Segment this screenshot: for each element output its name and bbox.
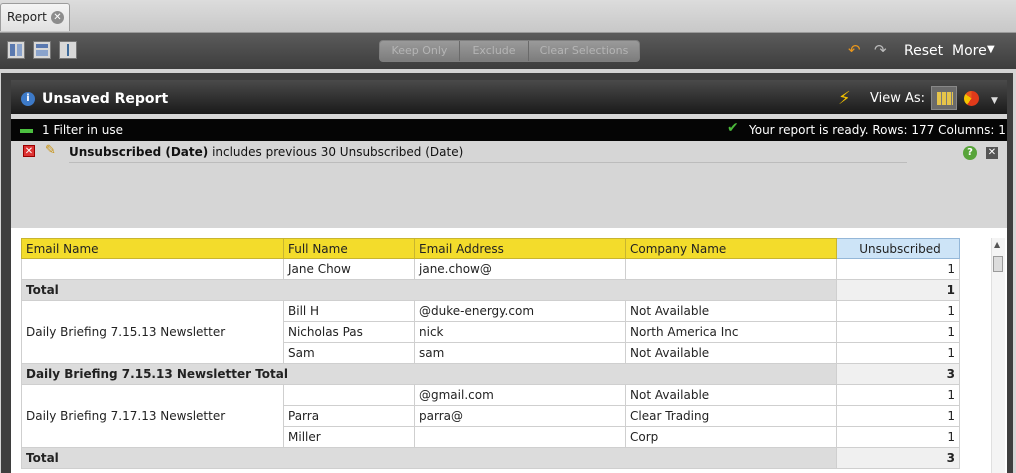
document-tab-bar: Report ✕ — [0, 0, 1016, 33]
cell-email-name[interactable]: Daily Briefing 7.17.13 Newsletter — [21, 384, 284, 448]
info-icon[interactable]: i — [21, 92, 35, 106]
lightning-icon[interactable]: ⚡ — [838, 88, 851, 109]
cell-email-address[interactable]: @duke-energy.com — [414, 300, 626, 322]
cell-unsubscribed[interactable]: 1 — [836, 258, 960, 280]
report-titlebar: i Unsaved Report ⚡ View As: ▼ — [11, 80, 1007, 114]
view-chevron-down-icon[interactable]: ▼ — [991, 96, 998, 106]
scroll-up-icon[interactable]: ▲ — [994, 240, 1000, 249]
cell-full-name[interactable] — [283, 384, 415, 406]
cell-full-name[interactable]: Miller — [283, 426, 415, 448]
more-menu-button[interactable]: More — [952, 43, 987, 59]
divider — [69, 162, 907, 163]
column-header-email-address[interactable]: Email Address — [414, 238, 626, 259]
cell-company-name[interactable]: North America Inc — [625, 321, 837, 343]
cell-full-name[interactable]: Jane Chow — [283, 258, 415, 280]
clear-selections-button[interactable]: Clear Selections — [529, 41, 639, 61]
column-header-company-name[interactable]: Company Name — [625, 238, 837, 259]
table-total-row[interactable]: Total 1 — [21, 279, 960, 301]
cell-unsubscribed[interactable]: 1 — [836, 300, 960, 322]
cell-company-name[interactable]: Not Available — [625, 342, 837, 364]
exclude-button[interactable]: Exclude — [460, 41, 529, 61]
cell-full-name[interactable]: Bill H — [283, 300, 415, 322]
filter-status-bar: 1 Filter in use ✔ Your report is ready. … — [11, 119, 1007, 141]
layout-grid-icon[interactable] — [33, 41, 51, 59]
table-row[interactable]: Jane Chow jane.chow@ 1 — [21, 258, 960, 280]
report-status: Your report is ready. Rows: 177 Columns:… — [749, 123, 1006, 137]
tab-report[interactable]: Report ✕ — [0, 3, 70, 31]
filter-description[interactable]: Unsubscribed (Date) includes previous 30… — [69, 145, 463, 159]
table-row[interactable]: Daily Briefing 7.17.13 Newsletter @gmail… — [21, 384, 960, 448]
remove-filter-icon[interactable]: ✕ — [23, 145, 35, 157]
cell-unsubscribed[interactable]: 1 — [836, 384, 960, 406]
filter-condition: includes previous 30 Unsubscribed (Date) — [208, 145, 464, 159]
chevron-down-icon[interactable]: ▼ — [987, 44, 995, 55]
cell-email-address[interactable]: parra@ — [414, 405, 626, 427]
report-title: Unsaved Report — [42, 91, 169, 107]
cell-email-address[interactable]: nick — [414, 321, 626, 343]
cell-full-name[interactable]: Parra — [283, 405, 415, 427]
cell-full-name[interactable]: Sam — [283, 342, 415, 364]
cell-email-name[interactable]: Daily Briefing 7.15.13 Newsletter — [21, 300, 284, 364]
close-tab-icon[interactable]: ✕ — [51, 11, 64, 24]
total-label: Total — [21, 447, 837, 469]
reset-button[interactable]: Reset — [904, 43, 943, 59]
wand-icon[interactable] — [59, 41, 77, 59]
cell-email-address[interactable] — [414, 426, 626, 448]
filter-row: ✕ ✎ Unsubscribed (Date) includes previou… — [11, 141, 1007, 167]
cell-email-name[interactable] — [21, 258, 284, 280]
view-as-label: View As: — [870, 91, 926, 106]
edit-filter-icon[interactable]: ✎ — [45, 143, 56, 158]
cell-company-name[interactable]: Corp — [625, 426, 837, 448]
table-row[interactable]: Daily Briefing 7.15.13 Newsletter Bill H… — [21, 300, 960, 364]
cell-company-name[interactable]: Clear Trading — [625, 405, 837, 427]
total-value[interactable]: 1 — [836, 279, 960, 301]
cell-unsubscribed[interactable]: 1 — [836, 405, 960, 427]
pie-chart-view-icon[interactable] — [964, 91, 979, 106]
cell-unsubscribed[interactable]: 1 — [836, 342, 960, 364]
filters-in-use-label[interactable]: 1 Filter in use — [42, 123, 123, 137]
table-view-icon[interactable] — [931, 86, 957, 110]
total-label: Daily Briefing 7.15.13 Newsletter Total — [21, 363, 837, 385]
table-total-row[interactable]: Total 3 — [21, 447, 960, 469]
selection-button-group: Keep Only Exclude Clear Selections — [379, 40, 640, 62]
cell-unsubscribed[interactable]: 1 — [836, 426, 960, 448]
report-grid-area: Email Name Full Name Email Address Compa… — [11, 228, 1007, 473]
filter-field: Unsubscribed (Date) — [69, 145, 209, 159]
total-label: Total — [21, 279, 837, 301]
undo-icon[interactable]: ↶ — [848, 43, 861, 58]
cell-unsubscribed[interactable]: 1 — [836, 321, 960, 343]
cell-company-name[interactable] — [625, 258, 837, 280]
scrollbar-thumb[interactable] — [993, 256, 1003, 272]
report-toolbar: Keep Only Exclude Clear Selections ↶ ↷ R… — [0, 33, 1016, 69]
total-value[interactable]: 3 — [836, 447, 960, 469]
table-header-row: Email Name Full Name Email Address Compa… — [21, 238, 960, 259]
cell-company-name[interactable]: Not Available — [625, 300, 837, 322]
cell-company-name[interactable]: Not Available — [625, 384, 837, 406]
column-header-email-name[interactable]: Email Name — [21, 238, 284, 259]
tab-report-label: Report — [7, 10, 47, 24]
table-total-row[interactable]: Daily Briefing 7.15.13 Newsletter Total … — [21, 363, 960, 385]
column-header-full-name[interactable]: Full Name — [283, 238, 415, 259]
keep-only-button[interactable]: Keep Only — [380, 41, 460, 61]
cell-full-name[interactable]: Nicholas Pas — [283, 321, 415, 343]
redo-icon[interactable]: ↷ — [874, 43, 887, 58]
report-table: Email Name Full Name Email Address Compa… — [21, 238, 960, 469]
total-value[interactable]: 3 — [836, 363, 960, 385]
help-icon[interactable]: ? — [963, 146, 977, 160]
report-frame: i Unsaved Report ⚡ View As: ▼ 1 Filter i… — [1, 73, 1013, 473]
cell-email-address[interactable]: sam — [414, 342, 626, 364]
vertical-scrollbar[interactable]: ▲ — [991, 238, 1005, 473]
layout-panel-icon[interactable] — [7, 41, 25, 59]
checkmark-icon: ✔ — [727, 120, 739, 136]
close-filter-panel-icon[interactable]: ✕ — [986, 147, 998, 159]
filter-toggle-icon[interactable] — [20, 129, 33, 133]
column-header-unsubscribed[interactable]: Unsubscribed — [836, 238, 960, 259]
report-panel: i Unsaved Report ⚡ View As: ▼ 1 Filter i… — [11, 80, 1007, 473]
cell-email-address[interactable]: @gmail.com — [414, 384, 626, 406]
cell-email-address[interactable]: jane.chow@ — [414, 258, 626, 280]
